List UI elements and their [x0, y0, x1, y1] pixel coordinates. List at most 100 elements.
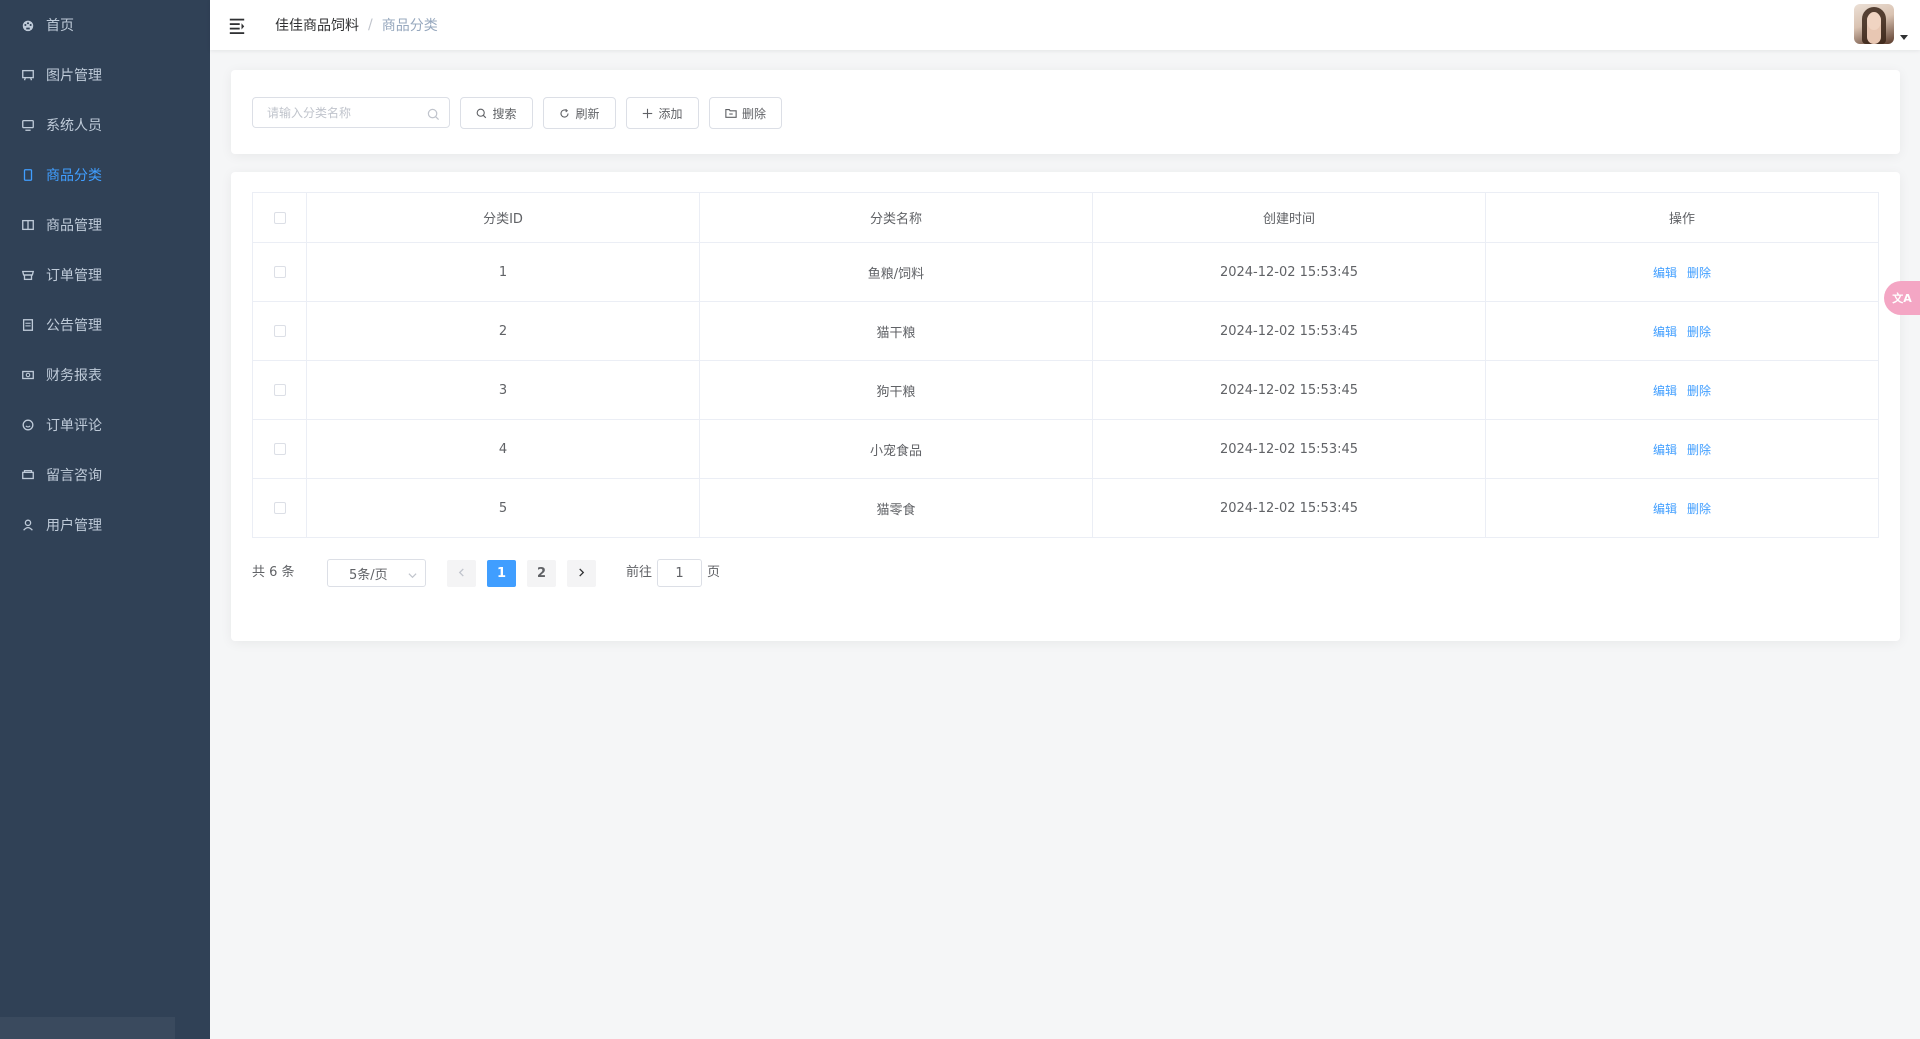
notebook-icon — [20, 217, 36, 233]
actions-cell: 编辑 删除 — [1485, 301, 1879, 361]
page-button-1[interactable]: 1 — [487, 560, 516, 587]
edit-link[interactable]: 编辑 — [1653, 384, 1677, 398]
row-select-cell — [252, 478, 307, 538]
category-id-cell: 4 — [306, 419, 700, 479]
sidebar-item-users[interactable]: 用户管理 — [0, 500, 210, 550]
page-size-value: 5条/页 — [349, 567, 388, 583]
goto-unit-label: 页 — [707, 565, 721, 580]
sidebar-item-pictures[interactable]: 图片管理 — [0, 50, 210, 100]
sidebar-item-staff[interactable]: 系统人员 — [0, 100, 210, 150]
category-name-cell: 猫零食 — [699, 478, 1093, 538]
select-all-checkbox[interactable] — [273, 211, 286, 224]
category-name-input[interactable] — [253, 104, 429, 121]
breadcrumb-item-root[interactable]: 佳佳商品饲料 — [275, 15, 359, 35]
delete-link[interactable]: 删除 — [1687, 502, 1711, 516]
actions-cell: 编辑 删除 — [1485, 360, 1879, 420]
chevron-left-icon — [457, 566, 466, 581]
folder-delete-icon — [725, 107, 737, 119]
refresh-button[interactable]: 刷新 — [543, 97, 616, 129]
page-size-select[interactable]: 5条/页 — [327, 559, 426, 587]
sidebar-item-label: 商品管理 — [46, 218, 102, 234]
sidebar-item-label: 商品分类 — [46, 168, 102, 184]
actions-cell: 编辑 删除 — [1485, 478, 1879, 538]
monitor-icon — [20, 117, 36, 133]
table-row: 2 猫干粮 2024-12-02 15:53:45 编辑 删除 — [252, 301, 1879, 361]
sidebar-item-label: 首页 — [46, 18, 74, 34]
sidebar-scrollbar[interactable] — [0, 1017, 175, 1039]
chevron-right-icon — [577, 566, 586, 581]
shop-icon — [20, 267, 36, 283]
delete-link[interactable]: 删除 — [1687, 384, 1711, 398]
sidebar-item-notice[interactable]: 公告管理 — [0, 300, 210, 350]
search-button[interactable]: 搜索 — [460, 97, 533, 129]
sidebar-item-label: 图片管理 — [46, 68, 102, 84]
edit-link[interactable]: 编辑 — [1653, 266, 1677, 280]
sidebar-item-label: 用户管理 — [46, 518, 102, 534]
delete-link[interactable]: 删除 — [1687, 325, 1711, 339]
sidebar-item-label: 公告管理 — [46, 318, 102, 334]
next-page-button[interactable] — [567, 560, 596, 587]
search-icon — [476, 108, 487, 119]
search-button-label: 搜索 — [492, 106, 517, 121]
sidebar-item-goods[interactable]: 商品管理 — [0, 200, 210, 250]
column-header: 创建时间 — [1092, 192, 1486, 243]
column-header: 操作 — [1485, 192, 1879, 243]
user-dropdown[interactable] — [1854, 4, 1908, 44]
dashboard-icon — [20, 17, 36, 33]
category-id-cell: 2 — [306, 301, 700, 361]
goto-page-input[interactable] — [657, 559, 702, 587]
sidebar-item-comments[interactable]: 订单评论 — [0, 400, 210, 450]
category-id-cell: 3 — [306, 360, 700, 420]
add-button[interactable]: 添加 — [626, 97, 699, 129]
search-toolbar: 搜索 刷新 添加 删除 — [231, 70, 1900, 154]
created-time-cell: 2024-12-02 15:53:45 — [1092, 478, 1486, 538]
row-checkbox[interactable] — [273, 443, 286, 455]
category-name-cell: 鱼粮/饲料 — [699, 242, 1093, 302]
table-card: 分类ID 分类名称 创建时间 操作 1 鱼粮/饲料 2024-12-02 15:… — [231, 172, 1900, 641]
sidebar-item-category[interactable]: 商品分类 — [0, 150, 210, 200]
edit-link[interactable]: 编辑 — [1653, 443, 1677, 457]
sidebar-item-label: 留言咨询 — [46, 468, 102, 484]
row-checkbox[interactable] — [273, 325, 286, 337]
row-select-cell — [252, 242, 307, 302]
row-checkbox[interactable] — [273, 384, 286, 396]
translate-float-button[interactable]: 文A — [1884, 281, 1920, 315]
actions-cell: 编辑 删除 — [1485, 242, 1879, 302]
column-header: 分类ID — [306, 192, 700, 243]
sidebar-item-home[interactable]: 首页 — [0, 0, 210, 50]
document-icon — [20, 167, 36, 183]
row-select-cell — [252, 301, 307, 361]
refresh-icon — [559, 108, 570, 119]
row-select-cell — [252, 360, 307, 420]
sidebar-item-finance[interactable]: 财务报表 — [0, 350, 210, 400]
table-row: 1 鱼粮/饲料 2024-12-02 15:53:45 编辑 删除 — [252, 242, 1879, 302]
sidebar: 首页 图片管理 系统人员 商品分类 商品管理 订单管理 公告管理 财务报表 订单… — [0, 0, 210, 1039]
batch-delete-button[interactable]: 删除 — [709, 97, 782, 129]
category-id-cell: 5 — [306, 478, 700, 538]
batch-delete-button-label: 删除 — [741, 106, 766, 121]
category-name-cell: 狗干粮 — [699, 360, 1093, 420]
created-time-cell: 2024-12-02 15:53:45 — [1092, 242, 1486, 302]
user-icon — [20, 517, 36, 533]
hamburger-menu-icon[interactable] — [227, 15, 247, 35]
edit-link[interactable]: 编辑 — [1653, 502, 1677, 516]
sidebar-item-messages[interactable]: 留言咨询 — [0, 450, 210, 500]
sidebar-item-orders[interactable]: 订单管理 — [0, 250, 210, 300]
row-checkbox[interactable] — [273, 266, 286, 278]
message-icon — [20, 467, 36, 483]
avatar[interactable] — [1854, 4, 1894, 44]
caret-down-icon[interactable] — [1900, 35, 1908, 40]
row-checkbox[interactable] — [273, 502, 286, 514]
chat-icon — [20, 417, 36, 433]
table-row: 3 狗干粮 2024-12-02 15:53:45 编辑 删除 — [252, 360, 1879, 420]
edit-link[interactable]: 编辑 — [1653, 325, 1677, 339]
money-icon — [20, 367, 36, 383]
translate-icon: 文A — [1892, 292, 1912, 305]
breadcrumb-item-current: 商品分类 — [381, 18, 438, 34]
category-name-cell: 小宠食品 — [699, 419, 1093, 479]
delete-link[interactable]: 删除 — [1687, 443, 1711, 457]
delete-link[interactable]: 删除 — [1687, 266, 1711, 280]
prev-page-button[interactable] — [447, 560, 476, 587]
table-row: 4 小宠食品 2024-12-02 15:53:45 编辑 删除 — [252, 419, 1879, 479]
page-button-2[interactable]: 2 — [527, 560, 556, 587]
